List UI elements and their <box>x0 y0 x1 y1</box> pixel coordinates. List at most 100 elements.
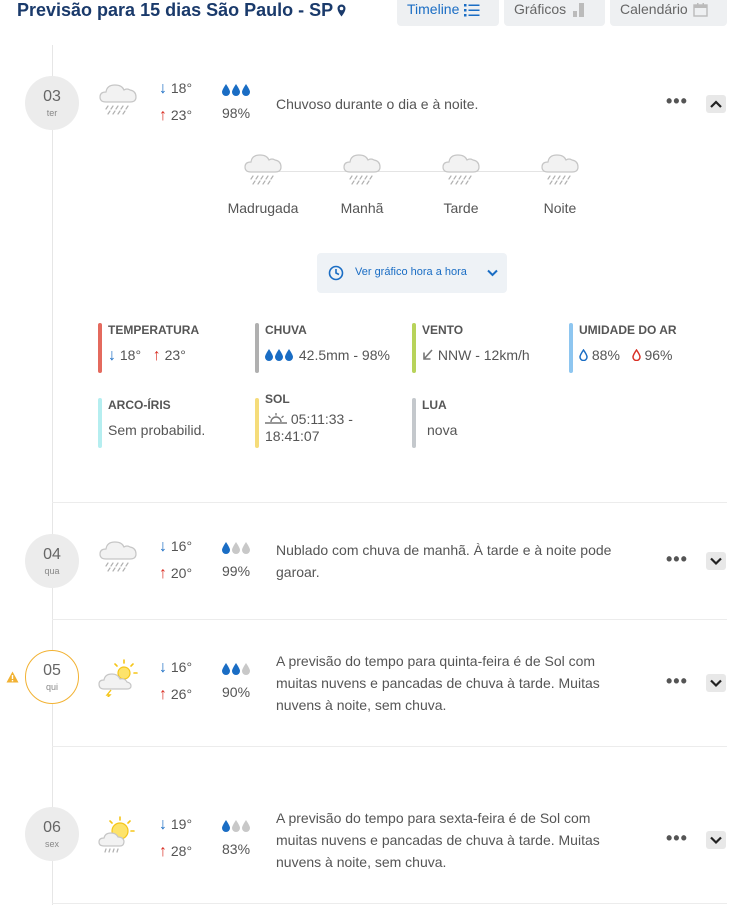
detail-value: nova <box>427 422 458 438</box>
detail-title: TEMPERATURA <box>108 323 200 337</box>
max-temp-value: 26° <box>170 686 193 702</box>
page-title: Previsão para 15 dias São Paulo - SP <box>17 0 346 20</box>
chevron-down-icon <box>710 836 722 845</box>
arrow-down-icon: ↓ <box>159 80 167 97</box>
min-temp: ↓ 18° <box>159 80 192 98</box>
rain-cloud-icon <box>99 84 137 115</box>
header: Previsão para 15 dias São Paulo - SP Tim… <box>0 0 747 30</box>
view-timeline-button[interactable]: Timeline <box>397 0 499 26</box>
max-temp-value: 23° <box>170 107 193 123</box>
description-line: A previsão do tempo para sexta-feira é d… <box>276 810 591 826</box>
detail-title: UMIDADE DO AR <box>579 323 677 337</box>
rain-probability: 98% <box>222 105 251 121</box>
list-icon <box>464 4 480 17</box>
wind-value: NNW - 12km/h <box>437 347 530 363</box>
more-options-button[interactable]: ••• <box>666 828 688 849</box>
sun-cloud-rain-icon <box>98 816 135 853</box>
view-calendar-button[interactable]: Calendário <box>610 0 727 26</box>
day-separator <box>52 746 727 747</box>
clock-icon <box>328 265 344 281</box>
arrow-up-icon: ↑ <box>159 107 167 124</box>
day-description: A previsão do tempo para quinta-feira é … <box>276 650 651 716</box>
date-badge: 06 sex <box>25 807 79 861</box>
day-separator <box>52 502 727 503</box>
rain-cloud-icon <box>343 154 381 185</box>
warning-icon[interactable] <box>6 671 19 683</box>
period-label: Manhã <box>340 200 384 216</box>
description-line: nuvens à noite, sem chuva. <box>276 697 447 713</box>
location-pin-icon <box>337 4 346 17</box>
arrow-up-icon: ↑ <box>152 347 161 364</box>
view-charts-button[interactable]: Gráficos <box>504 0 605 26</box>
sun-cloud-storm-icon <box>98 659 138 697</box>
chevron-down-icon <box>710 557 722 566</box>
detail-title: VENTO <box>422 323 464 337</box>
chevron-down-icon <box>487 269 498 277</box>
more-options-button[interactable]: ••• <box>666 549 688 570</box>
max-temp-value: 28° <box>170 843 193 859</box>
detail-min: 18° <box>119 347 142 363</box>
wind-direction-icon <box>423 349 433 360</box>
hourly-chart-button[interactable]: Ver gráfico hora a hora <box>317 253 507 293</box>
description-line: muitas nuvens e pancadas de chuva à tard… <box>276 675 600 691</box>
expand-toggle[interactable] <box>706 674 726 692</box>
sun-bar <box>255 398 259 448</box>
period-madrugada: Madrugada <box>223 150 303 216</box>
detail-rainbow: ARCO-ÍRIS Sem probabilid. <box>98 398 205 448</box>
detail-max: 23° <box>164 347 186 363</box>
detail-title: CHUVA <box>265 323 307 337</box>
detail-value: ↓ 18° ↑ 23° <box>108 347 199 365</box>
rain-probability: 83% <box>222 841 251 857</box>
detail-value: 42.5mm - 98% <box>265 347 390 363</box>
date-day: 04 <box>43 546 61 563</box>
arrow-down-icon: ↓ <box>159 816 167 833</box>
view-charts-label: Gráficos <box>514 1 567 17</box>
detail-title: ARCO-ÍRIS <box>108 398 171 412</box>
sunset-value: 18:41:07 <box>265 428 320 444</box>
rain-drops-icon <box>222 820 250 832</box>
arrow-down-icon: ↓ <box>159 659 167 676</box>
arrow-down-icon: ↓ <box>159 538 167 555</box>
min-temp-value: 18° <box>170 80 193 96</box>
detail-moon: LUA nova <box>412 398 458 448</box>
hourly-chart-label: Ver gráfico hora a hora <box>355 266 467 278</box>
bar-chart-icon <box>573 3 585 17</box>
max-temp-value: 20° <box>170 565 193 581</box>
period-tarde: Tarde <box>421 150 501 216</box>
description-line: muitas nuvens e pancadas de chuva à tard… <box>276 832 600 848</box>
detail-temperature: TEMPERATURA ↓ 18° ↑ 23° <box>98 323 200 373</box>
date-badge: 04 qua <box>25 534 79 588</box>
expand-toggle[interactable] <box>706 552 726 570</box>
max-temp: ↑ 28° <box>159 843 192 861</box>
rain-cloud-icon <box>541 154 579 185</box>
rain-cloud-icon <box>99 541 137 572</box>
more-options-button[interactable]: ••• <box>666 91 688 112</box>
max-temp: ↑ 23° <box>159 107 192 125</box>
detail-value: 88% 96% <box>579 347 677 363</box>
detail-value: 05:11:33 -18:41:07 <box>265 411 353 445</box>
date-badge: 05 qui <box>25 650 79 704</box>
rain-probability: 99% <box>222 563 251 579</box>
date-day: 06 <box>43 819 61 836</box>
date-day: 05 <box>43 662 61 679</box>
expand-toggle[interactable] <box>706 831 726 849</box>
period-label: Madrugada <box>227 200 299 216</box>
min-temp-value: 16° <box>170 538 193 554</box>
date-weekday: sex <box>44 839 59 849</box>
period-manha: Manhã <box>322 150 402 216</box>
chevron-up-icon <box>710 100 722 108</box>
max-temp: ↑ 26° <box>159 686 192 704</box>
humidity-bar <box>569 323 573 373</box>
date-weekday: ter <box>46 108 58 118</box>
moon-bar <box>412 398 416 448</box>
date-weekday: qui <box>45 682 58 692</box>
day-description: Chuvoso durante o dia e à noite. <box>276 96 479 112</box>
min-temp: ↓ 16° <box>159 538 192 556</box>
more-options-button[interactable]: ••• <box>666 671 688 692</box>
rain-drops-icon <box>222 542 250 554</box>
detail-wind: VENTO NNW - 12km/h <box>412 323 530 373</box>
detail-title: LUA <box>422 398 447 412</box>
collapse-toggle[interactable] <box>706 95 726 113</box>
drop-max-icon <box>631 348 641 362</box>
min-temp-value: 16° <box>170 659 193 675</box>
